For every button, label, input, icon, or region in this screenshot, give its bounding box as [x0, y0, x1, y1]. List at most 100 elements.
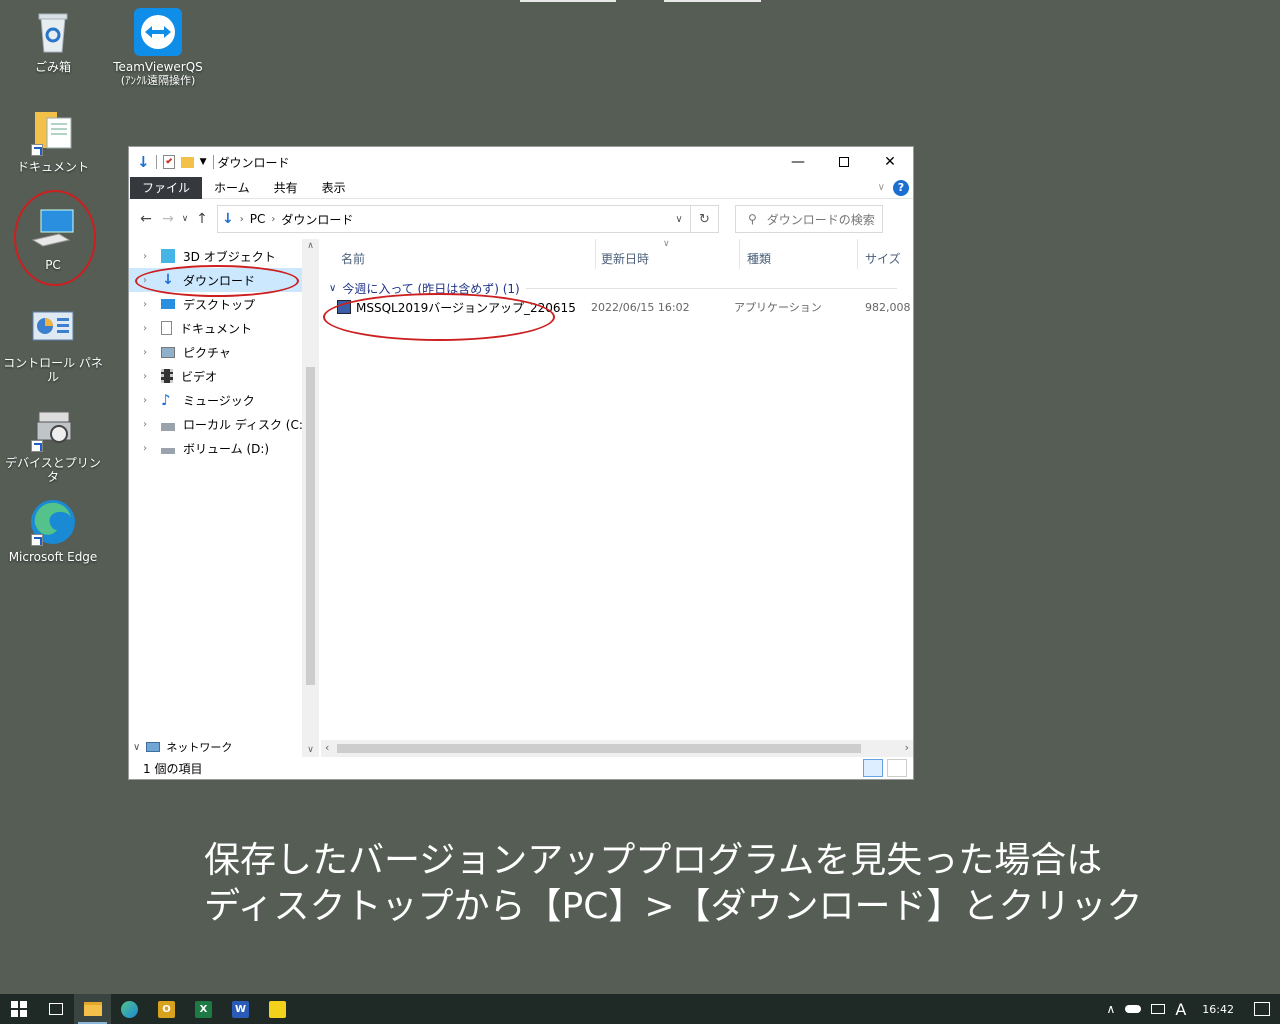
nav-item-network[interactable]: ∨ ネットワーク	[133, 737, 232, 757]
nav-scroll-thumb[interactable]	[306, 367, 315, 685]
nav-item-music[interactable]: › ♪ ミュージック	[129, 388, 319, 412]
breadcrumb-pc[interactable]: PC	[250, 212, 266, 226]
minimize-button[interactable]: —	[775, 147, 821, 177]
search-box[interactable]: ⚲ ダウンロードの検索	[735, 205, 883, 233]
taskbar-word[interactable]: W	[222, 994, 259, 1024]
close-button[interactable]: ✕	[867, 147, 913, 177]
onedrive-icon[interactable]	[1125, 1005, 1142, 1013]
expand-chevron-icon[interactable]: ›	[143, 275, 153, 286]
taskbar-edge[interactable]	[111, 994, 148, 1024]
expand-chevron-icon[interactable]: ›	[143, 299, 153, 310]
volume-icon	[161, 448, 175, 454]
nav-item-volume-d[interactable]: › ボリューム (D:)	[129, 436, 319, 460]
expand-chevron-icon[interactable]: ›	[143, 323, 153, 334]
desktop-icon-label: ごみ箱	[34, 60, 71, 74]
nav-item-documents[interactable]: › ドキュメント	[129, 316, 319, 340]
maximize-button[interactable]	[821, 147, 867, 177]
group-header-this-week[interactable]: ∨ 今週に入って (昨日は含めず) (1)	[329, 280, 897, 297]
top-strip-left	[520, 0, 616, 2]
taskbar-file-explorer[interactable]	[74, 994, 111, 1024]
help-icon[interactable]: ?	[893, 179, 909, 196]
notification-icon[interactable]	[1254, 1002, 1270, 1016]
nav-item-local-disk-c[interactable]: › ローカル ディスク (C:)	[129, 412, 319, 436]
forward-button[interactable]: →	[157, 211, 179, 227]
refresh-button[interactable]: ↻	[691, 205, 719, 233]
file-name: MSSQL2019バージョンアップ_220615	[356, 300, 576, 315]
expand-chevron-icon[interactable]: ›	[143, 347, 153, 358]
new-folder-icon[interactable]	[180, 156, 194, 168]
outlook-icon: O	[158, 1000, 175, 1018]
column-name[interactable]: 名前	[341, 250, 365, 267]
network-icon	[146, 742, 161, 752]
desktop-icon-label: PC	[45, 258, 61, 272]
scroll-down-arrow-icon[interactable]: ∨	[302, 745, 319, 755]
music-icon: ♪	[161, 391, 171, 409]
tab-file[interactable]: ファイル	[130, 176, 203, 199]
installer-exe-icon	[337, 300, 351, 314]
address-dropdown-icon[interactable]: ∨	[668, 214, 690, 225]
expand-chevron-icon[interactable]: ›	[143, 371, 153, 382]
desktop-icon-edge[interactable]: Microsoft Edge	[3, 498, 103, 564]
download-arrow-icon: ↓	[137, 153, 150, 171]
collapse-chevron-icon[interactable]: ∨	[133, 742, 140, 753]
customize-qa-dropdown-icon[interactable]: ▼	[200, 157, 207, 167]
column-size[interactable]: サイズ	[865, 250, 901, 267]
address-bar[interactable]: ↓ › PC › ダウンロード ∨	[217, 205, 691, 233]
windows-logo-icon	[10, 1001, 27, 1017]
taskbar: O X W ∧ A 16:42	[0, 994, 1280, 1024]
desktop-icon-teamviewer[interactable]: TeamViewerQS (ｱﾝｸﾙ遠隔操作)	[108, 8, 208, 88]
expand-chevron-icon[interactable]: ›	[143, 251, 153, 262]
tab-home[interactable]: ホーム	[202, 177, 262, 199]
expand-ribbon-icon[interactable]: ∨	[878, 182, 885, 193]
back-button[interactable]: ←	[135, 211, 157, 227]
horizontal-scroll-thumb[interactable]	[337, 744, 861, 753]
file-row[interactable]: MSSQL2019バージョンアップ_220615 2022/06/15 16:0…	[337, 296, 911, 318]
column-date-modified[interactable]: 更新日時	[601, 250, 649, 267]
expand-chevron-icon[interactable]: ›	[143, 395, 153, 406]
desktop-icon-documents[interactable]: ドキュメント	[3, 108, 103, 174]
taskbar-outlook[interactable]: O	[148, 994, 185, 1024]
ime-indicator[interactable]: A	[1175, 1000, 1186, 1019]
group-collapse-icon[interactable]: ∨	[329, 283, 336, 294]
properties-icon[interactable]	[162, 155, 175, 169]
pc-icon	[29, 206, 77, 254]
large-icons-view-icon[interactable]	[887, 759, 907, 777]
sort-indicator-icon: ∨	[663, 239, 670, 249]
start-button[interactable]	[0, 994, 37, 1024]
recent-locations-icon[interactable]: ∨	[179, 214, 191, 224]
nav-item-3d-objects[interactable]: › 3D オブジェクト	[129, 244, 319, 268]
desktop-icon-devices-printers[interactable]: デバイスとプリンタ	[3, 404, 103, 484]
scroll-left-arrow-icon[interactable]: ‹	[325, 741, 329, 754]
scroll-right-arrow-icon[interactable]: ›	[905, 741, 909, 754]
taskbar-excel[interactable]: X	[185, 994, 222, 1024]
nav-item-videos[interactable]: › ビデオ	[129, 364, 319, 388]
task-view-button[interactable]	[37, 994, 74, 1024]
instruction-caption: 保存したバージョンアッププログラムを見失った場合は ディスクトップから【PC】>…	[204, 838, 1143, 930]
desktop-icon-label: TeamViewerQS	[113, 60, 203, 74]
horizontal-scrollbar[interactable]: ‹ ›	[321, 740, 913, 757]
expand-chevron-icon[interactable]: ›	[143, 443, 153, 454]
up-button[interactable]: ↑	[191, 211, 213, 227]
nav-item-downloads[interactable]: › ↓ ダウンロード	[129, 268, 319, 292]
desktop-icon-pc[interactable]: PC	[3, 206, 103, 272]
task-view-icon	[48, 1003, 63, 1015]
desktop-icon-control-panel[interactable]: コントロール パネル	[3, 304, 103, 384]
breadcrumb-downloads[interactable]: ダウンロード	[281, 211, 353, 228]
nav-item-desktop[interactable]: › デスクトップ	[129, 292, 319, 316]
column-type[interactable]: 種類	[747, 250, 771, 267]
scroll-up-arrow-icon[interactable]: ∧	[302, 241, 319, 251]
taskbar-sticky-notes[interactable]	[259, 994, 296, 1024]
network-tray-icon[interactable]	[1151, 1004, 1166, 1014]
nav-scrollbar[interactable]: ∧ ∨	[302, 239, 319, 757]
word-icon: W	[232, 1000, 249, 1018]
expand-chevron-icon[interactable]: ›	[143, 419, 153, 430]
window-controls: — ✕	[775, 147, 913, 177]
show-hidden-icons-icon[interactable]: ∧	[1107, 1002, 1116, 1016]
desktop-icon-recycle-bin[interactable]: ごみ箱	[3, 8, 103, 74]
status-bar: 1 個の項目	[129, 757, 913, 779]
tab-share[interactable]: 共有	[262, 177, 310, 199]
nav-item-pictures[interactable]: › ピクチャ	[129, 340, 319, 364]
tab-view[interactable]: 表示	[310, 177, 358, 199]
clock[interactable]: 16:42	[1202, 1003, 1234, 1016]
details-view-icon[interactable]	[863, 759, 883, 777]
